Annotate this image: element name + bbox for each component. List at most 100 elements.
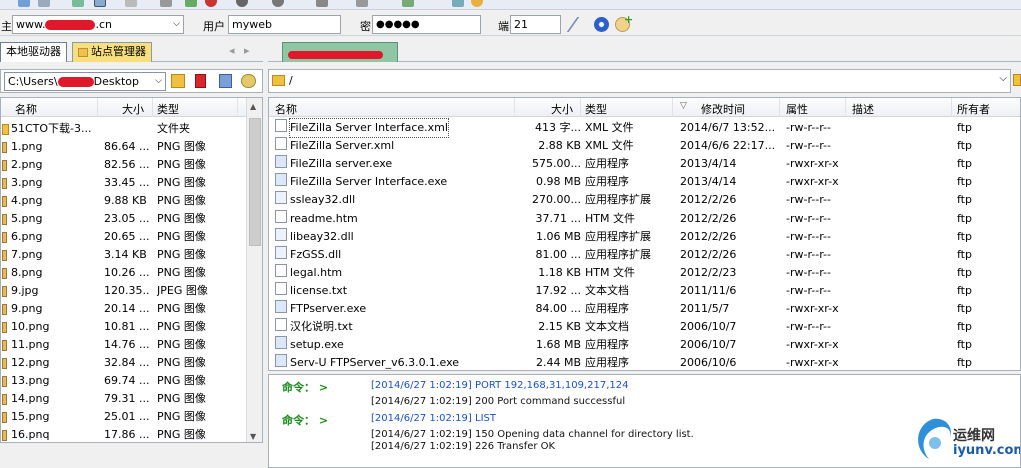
tab-scroll-right-icon[interactable]: ▸ xyxy=(244,44,250,57)
cell-type: 应用程序扩展 xyxy=(585,247,651,261)
toolbar-button-icon[interactable] xyxy=(94,0,106,7)
column-type[interactable]: 类型 xyxy=(585,101,607,117)
table-row[interactable]: 汉化说明.txt 2.15 KB 文本文档 2006/10/7 -rw-r--r-- ft… xyxy=(269,318,1020,336)
cell-attr: -rw-r--r-- xyxy=(786,283,831,297)
cell-mtime: 2011/11/6 xyxy=(680,283,737,297)
remote-list-header: 名称 大小 类型 ▽ 修改时间 属性 描述 所有者 xyxy=(269,98,1020,117)
toolbar-button-icon[interactable] xyxy=(402,0,414,7)
gear-icon[interactable] xyxy=(594,17,609,32)
list-item[interactable]: 9.jpg 120.35... JPEG 图像 xyxy=(1,282,262,300)
column-name[interactable]: 名称 xyxy=(275,101,297,117)
list-item[interactable]: 6.png 20.65 ... PNG 图像 xyxy=(1,228,262,246)
folder-icon xyxy=(2,124,9,135)
local-scrollbar[interactable]: ▲ ▼ xyxy=(246,98,262,442)
new-folder-icon[interactable] xyxy=(219,74,232,88)
scroll-up-icon[interactable]: ▲ xyxy=(250,102,256,111)
up-folder-icon[interactable] xyxy=(1013,74,1021,86)
toolbar-button-icon[interactable] xyxy=(125,0,137,7)
up-folder-icon[interactable] xyxy=(171,74,185,88)
stop-icon[interactable] xyxy=(205,0,217,7)
chevron-down-icon[interactable]: ⌵ xyxy=(173,16,180,33)
cell-attr: -rw-r--r-- xyxy=(786,229,831,243)
cell-size: 69.74 ... xyxy=(104,374,150,387)
list-item[interactable]: 16.pnq 17.86 ... PNG 图像 xyxy=(1,426,262,442)
table-row[interactable]: ssleay32.dll 270.00... 应用程序扩展 2012/2/26 -rw-… xyxy=(269,191,1020,209)
log-timestamp: [2014/6/27 1:02:19] xyxy=(371,380,472,391)
list-item[interactable]: 8.png 10.26 ... PNG 图像 xyxy=(1,264,262,282)
column-attr[interactable]: 属性 xyxy=(786,101,808,117)
column-size[interactable]: 大小 xyxy=(122,101,144,117)
remote-path-input[interactable]: / xyxy=(289,74,293,87)
tab-remote-session[interactable] xyxy=(282,42,398,62)
reconnect-icon[interactable] xyxy=(272,0,284,7)
list-item[interactable]: 11.png 14.76 ... PNG 图像 xyxy=(1,336,262,354)
password-input[interactable]: ●●●●● xyxy=(372,15,481,34)
list-item[interactable]: 9.png 20.14 ... PNG 图像 xyxy=(1,300,262,318)
cell-mtime: 2012/2/23 xyxy=(680,265,737,279)
disconnect-icon[interactable] xyxy=(236,0,248,7)
list-item[interactable]: 15.png 25.01 ... PNG 图像 xyxy=(1,408,262,426)
list-item[interactable]: 10.png 10.81 ... PNG 图像 xyxy=(1,318,262,336)
message-log[interactable]: 命令： > [2014/6/27 1:02:19] PORT 192,168,31… xyxy=(268,374,1021,468)
table-row[interactable]: FTPserver.exe 84.00 ... 应用程序 2011/5/7 -rwxr-… xyxy=(269,300,1020,318)
toolbar-button-icon[interactable] xyxy=(38,0,50,7)
list-item[interactable]: 12.png 32.84 ... PNG 图像 xyxy=(1,354,262,372)
chevron-down-icon[interactable]: ⌵ xyxy=(155,73,162,90)
list-item[interactable]: 5.png 23.05 ... PNG 图像 xyxy=(1,210,262,228)
local-scroll-thumb[interactable] xyxy=(249,118,261,246)
toolbar-button-icon[interactable] xyxy=(316,0,328,7)
local-path-input[interactable]: C:\Users\ Desktop ⌵ xyxy=(4,72,166,91)
toolbar-button-icon[interactable] xyxy=(185,0,197,7)
cell-attr: -rw-r--r-- xyxy=(786,211,831,225)
list-item[interactable]: 3.png 33.45 ... PNG 图像 xyxy=(1,174,262,192)
table-row[interactable]: license.txt 17.92 ... 文本文档 2011/11/6 -rw-r--… xyxy=(269,281,1020,300)
cell-type: PNG 图像 xyxy=(157,410,206,423)
list-item[interactable]: 13.png 69.74 ... PNG 图像 xyxy=(1,372,262,390)
chevron-down-icon[interactable]: ⌵ xyxy=(999,73,1007,84)
toolbar-button-icon[interactable] xyxy=(160,0,172,7)
table-row[interactable]: setup.exe 1.68 MB 应用程序 2006/10/7 -rwxr-xr-x f… xyxy=(269,336,1020,354)
toolbar-button-icon[interactable] xyxy=(356,0,368,7)
column-size[interactable]: 大小 xyxy=(551,101,573,117)
toolbar-button-icon[interactable] xyxy=(452,0,464,7)
table-row[interactable]: FzGSS.dll 81.00 ... 应用程序扩展 2012/2/26 -rw-r--… xyxy=(269,245,1020,264)
table-row[interactable]: FileZilla Server Interface.xml 413 字... XM… xyxy=(269,118,1020,138)
cell-name: 9.jpg xyxy=(11,284,39,297)
table-row[interactable]: Serv-U FTPServer_v6.3.0.1.exe 2.44 MB 应用程序… xyxy=(269,354,1020,370)
toolbar-button-icon[interactable] xyxy=(471,0,483,7)
log-line: [2014/6/27 1:02:19] PORT 192,168,31,109,… xyxy=(371,380,628,391)
user-input[interactable]: myweb xyxy=(228,15,341,34)
toolbar-button-icon[interactable] xyxy=(72,0,84,7)
tab-scroll-left-icon[interactable]: ◂ xyxy=(229,44,235,57)
cell-owner: ftp xyxy=(957,338,972,352)
quick-connect-icon[interactable] xyxy=(566,17,593,32)
list-item[interactable]: 14.png 79.31 ... PNG 图像 xyxy=(1,390,262,408)
list-item[interactable]: 51CTO下载-3... 文件夹 xyxy=(1,120,262,138)
column-name[interactable]: 名称 xyxy=(15,101,37,117)
list-item[interactable]: 4.png 9.88 KB PNG 图像 xyxy=(1,192,262,210)
cell-type: 应用程序 xyxy=(585,356,629,370)
refresh-icon[interactable] xyxy=(241,74,256,88)
table-row[interactable]: FileZilla Server.xml 2.88 KB XML 文件 2014/6/… xyxy=(269,137,1020,155)
column-desc[interactable]: 描述 xyxy=(852,101,874,117)
port-input[interactable]: 21 xyxy=(510,15,561,34)
toolbar-button-icon[interactable] xyxy=(18,0,30,7)
cell-name: 5.png xyxy=(11,212,43,225)
table-row[interactable]: FileZilla server.exe 575.00... 应用程序 2013/4/… xyxy=(269,155,1020,173)
delete-icon[interactable] xyxy=(195,74,206,88)
cell-type: 应用程序 xyxy=(585,175,629,189)
table-row[interactable]: readme.htm 37.71 ... HTM 文件 2012/2/26 -rw-r-… xyxy=(269,209,1020,228)
table-row[interactable]: FileZilla Server Interface.exe 0.98 MB 应用程… xyxy=(269,173,1020,191)
list-item[interactable]: 1.png 86.64 ... PNG 图像 xyxy=(1,138,262,156)
column-type[interactable]: 类型 xyxy=(157,101,179,117)
list-item[interactable]: 7.png 3.14 KB PNG 图像 xyxy=(1,246,262,264)
host-input[interactable]: www. .cn ⌵ xyxy=(12,15,184,34)
table-row[interactable]: libeay32.dll 1.06 MB 应用程序扩展 2012/2/26 -rw-r-… xyxy=(269,227,1020,246)
tab-site-manager[interactable]: 站点管理器 xyxy=(72,42,152,62)
list-item[interactable]: 2.png 82.56 ... PNG 图像 xyxy=(1,156,262,174)
column-owner[interactable]: 所有者 xyxy=(957,101,990,117)
tab-local-drives[interactable]: 本地驱动器 xyxy=(0,42,67,62)
table-row[interactable]: legal.htm 1.18 KB HTM 文件 2012/2/23 -rw-r--r-… xyxy=(269,263,1020,282)
column-mtime[interactable]: 修改时间 xyxy=(701,101,745,117)
scroll-down-icon[interactable]: ▼ xyxy=(250,432,256,441)
